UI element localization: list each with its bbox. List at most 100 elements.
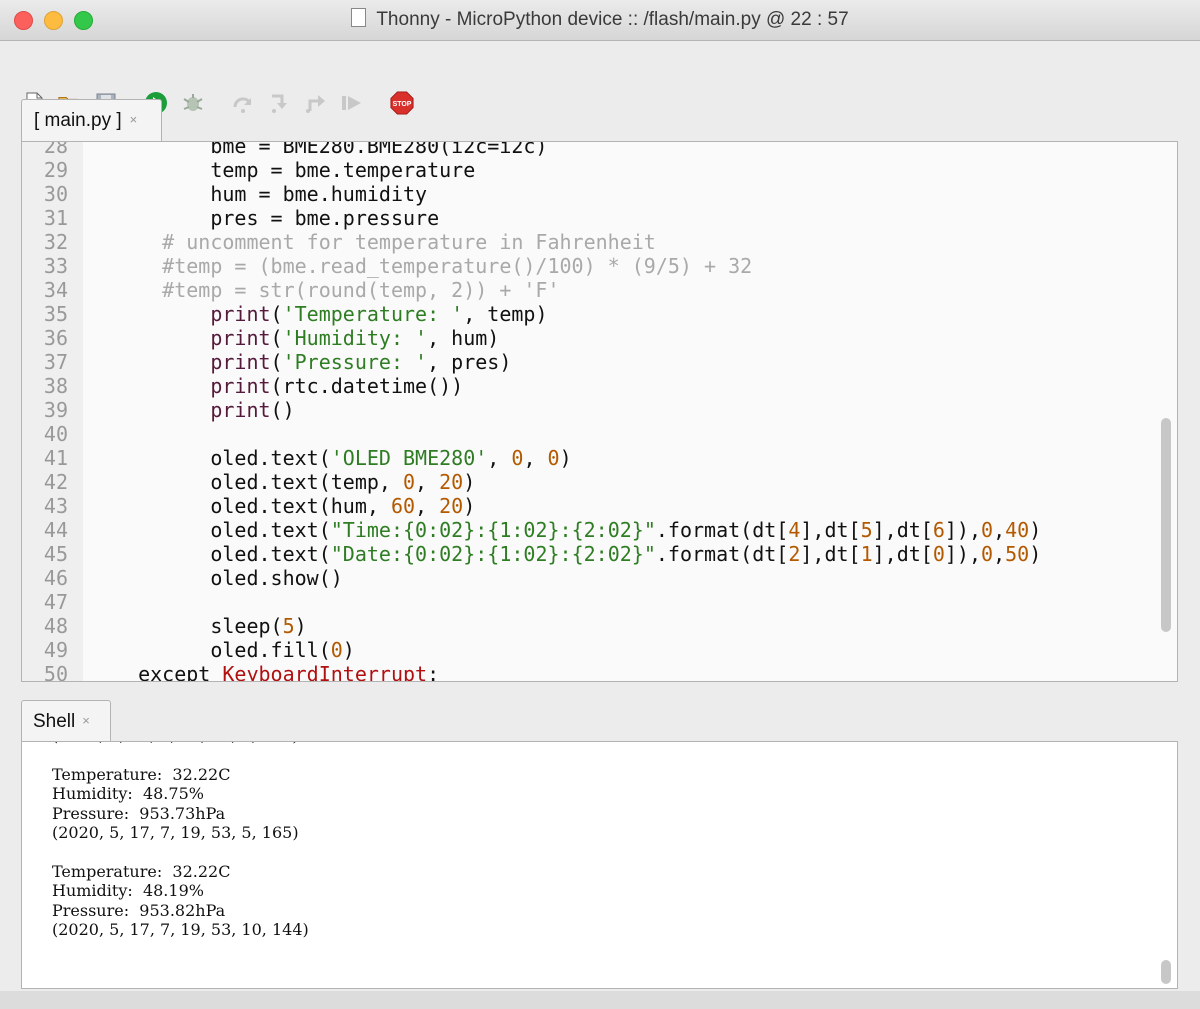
editor-scrollbar[interactable]	[1161, 418, 1171, 632]
code-line[interactable]: 34 #temp = str(round(temp, 2)) + 'F'	[22, 278, 1041, 302]
step-out-icon	[306, 95, 325, 113]
shell-panel[interactable]: (2020, 5, 17, 7, 19, 53, 0, 186) Tempera…	[21, 741, 1178, 989]
code-token: print	[210, 302, 271, 326]
step-into-icon	[272, 94, 287, 113]
code-line[interactable]: 48 sleep(5)	[22, 614, 1041, 638]
shell-tab-close-icon[interactable]: ×	[82, 713, 90, 728]
code-line[interactable]: 30 hum = bme.humidity	[22, 182, 1041, 206]
tab-main-py[interactable]: [ main.py ] ×	[21, 99, 162, 141]
line-number: 29	[43, 158, 68, 182]
code-line[interactable]: 31 pres = bme.pressure	[22, 206, 1041, 230]
code-token: 0	[330, 638, 343, 662]
code-line[interactable]: 50 except KeyboardInterrupt:	[22, 662, 1041, 682]
code-token: KeyboardInterrupt	[222, 662, 428, 682]
step-into-button[interactable]	[268, 91, 292, 115]
shell-output-line: Temperature: 32.22C	[52, 861, 231, 881]
line-number: 50	[43, 662, 68, 682]
line-number: 33	[43, 254, 68, 278]
code-token: pres = bme.pressure	[114, 206, 440, 230]
document-icon	[351, 8, 367, 27]
step-out-button[interactable]	[304, 91, 328, 115]
code-line[interactable]: 41 oled.text('OLED BME280', 0, 0)	[22, 446, 1041, 470]
line-number: 48	[43, 614, 68, 638]
code-line[interactable]: 37 print('Pressure: ', pres)	[22, 350, 1041, 374]
code-token: 'Humidity: '	[282, 326, 428, 350]
shell-output-line	[52, 745, 309, 764]
code-token: ,	[993, 542, 1006, 566]
code-line[interactable]: 28 bme = BME280.BME280(i2c=i2c)	[22, 141, 1041, 158]
tab-label: [ main.py ]	[34, 110, 122, 131]
code-token: 'Temperature: '	[282, 302, 464, 326]
code-token: ,	[415, 470, 440, 494]
code-token: ,	[523, 446, 548, 470]
code-line[interactable]: 46 oled.show()	[22, 566, 1041, 590]
step-over-button[interactable]	[231, 91, 255, 115]
code-token: (	[270, 302, 283, 326]
code-line[interactable]: 39 print()	[22, 398, 1041, 422]
code-area[interactable]: 28 bme = BME280.BME280(i2c=i2c) 29 temp =…	[22, 141, 1041, 682]
code-token: print	[210, 398, 271, 422]
code-line[interactable]: 42 oled.text(temp, 0, 20)	[22, 470, 1041, 494]
code-token: .format(dt[	[655, 518, 789, 542]
debug-button[interactable]	[181, 91, 205, 115]
code-token: #temp = (bme.read_temperature()/100) * (…	[114, 254, 753, 278]
code-line[interactable]: 45 oled.text("Date:{0:02}:{1:02}:{2:02}"…	[22, 542, 1041, 566]
code-line[interactable]: 29 temp = bme.temperature	[22, 158, 1041, 182]
line-number: 35	[43, 302, 68, 326]
code-line[interactable]: 40	[22, 422, 1041, 446]
code-token: )	[463, 470, 476, 494]
code-editor[interactable]: 28 bme = BME280.BME280(i2c=i2c) 29 temp =…	[21, 141, 1178, 682]
line-number: 28	[43, 141, 68, 158]
line-number: 44	[43, 518, 68, 542]
shell-output-line: (2020, 5, 17, 7, 19, 53, 5, 165)	[52, 823, 299, 843]
code-token: "Time:{0:02}:{1:02}:{2:02}"	[330, 518, 656, 542]
line-number: 31	[43, 206, 68, 230]
line-number: 38	[43, 374, 68, 398]
code-token: 20	[439, 494, 464, 518]
code-token: )	[1029, 518, 1042, 542]
shell-output-line: (2020, 5, 17, 7, 19, 53, 0, 186)	[52, 742, 309, 745]
tab-close-icon[interactable]: ×	[130, 112, 138, 127]
code-token: bme = BME280.BME280(i2c=i2c)	[114, 141, 548, 158]
code-line[interactable]: 38 print(rtc.datetime())	[22, 374, 1041, 398]
line-number: 47	[43, 590, 68, 614]
code-token: oled.text(temp,	[114, 470, 403, 494]
stop-button[interactable]: STOP	[390, 91, 414, 115]
shell-scrollbar[interactable]	[1161, 960, 1171, 984]
code-token: , hum)	[427, 326, 500, 350]
code-token: ,	[487, 446, 512, 470]
code-token: except	[114, 662, 223, 682]
code-line[interactable]: 43 oled.text(hum, 60, 20)	[22, 494, 1041, 518]
code-token: ,	[415, 494, 440, 518]
code-line[interactable]: 33 #temp = (bme.read_temperature()/100) …	[22, 254, 1041, 278]
toolbar: STOP	[0, 41, 1200, 115]
code-token: "Date:{0:02}:{1:02}:{2:02}"	[330, 542, 656, 566]
step-over-icon	[233, 97, 252, 113]
code-line[interactable]: 44 oled.text("Time:{0:02}:{1:02}:{2:02}"…	[22, 518, 1041, 542]
code-token: oled.text(	[114, 542, 331, 566]
code-line[interactable]: 32 # uncomment for temperature in Fahren…	[22, 230, 1041, 254]
line-number: 34	[43, 278, 68, 302]
line-number: 46	[43, 566, 68, 590]
code-line[interactable]: 35 print('Temperature: ', temp)	[22, 302, 1041, 326]
code-token: ],dt[	[872, 518, 933, 542]
line-number: 43	[43, 494, 68, 518]
code-token: oled.text(	[114, 446, 331, 470]
shell-tab-label: Shell	[33, 711, 76, 732]
window-title-text: Thonny - MicroPython device :: /flash/ma…	[376, 9, 849, 30]
code-token: 5	[860, 518, 873, 542]
shell-output-line: Pressure: 953.82hPa	[52, 900, 226, 920]
code-token: , temp)	[463, 302, 548, 326]
code-line[interactable]: 49 oled.fill(0)	[22, 638, 1041, 662]
line-number: 45	[43, 542, 68, 566]
code-token: 50	[1005, 542, 1030, 566]
resume-button[interactable]	[340, 91, 364, 115]
code-line[interactable]: 36 print('Humidity: ', hum)	[22, 326, 1041, 350]
code-line[interactable]: 47	[22, 590, 1041, 614]
code-token: oled.fill(	[114, 638, 331, 662]
tab-shell[interactable]: Shell ×	[21, 700, 111, 742]
code-token: (	[270, 350, 283, 374]
code-token: print	[210, 374, 271, 398]
